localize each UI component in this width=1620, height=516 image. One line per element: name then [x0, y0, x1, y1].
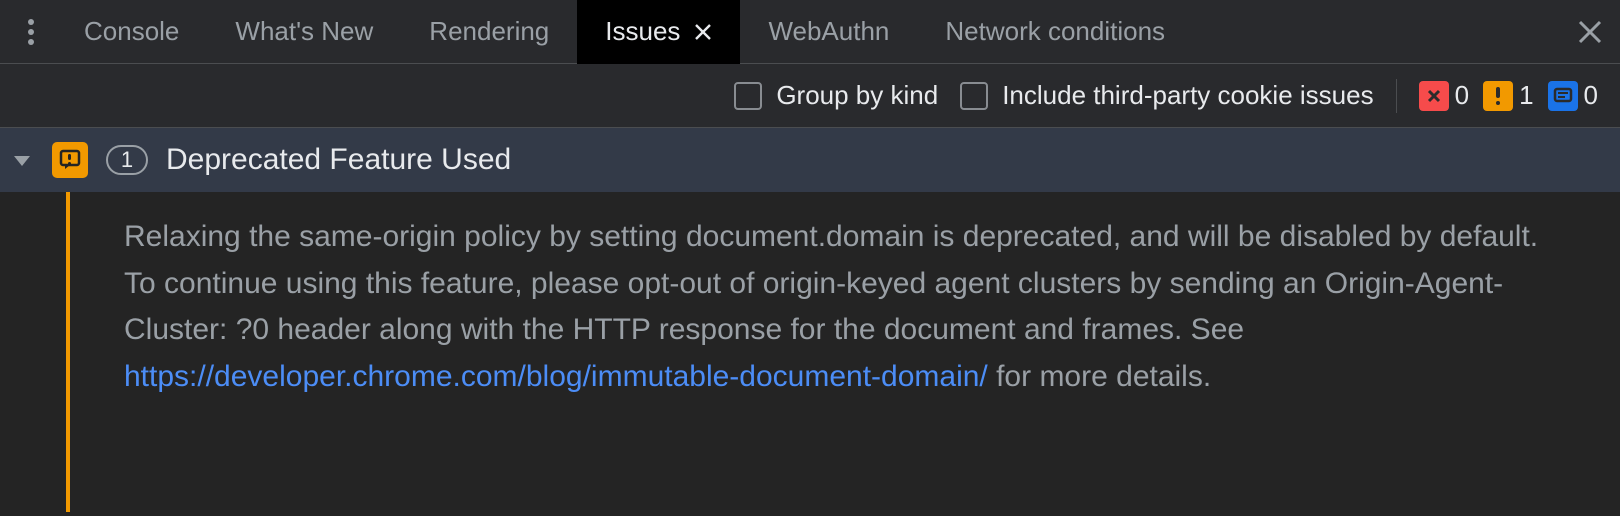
- tab-whats-new[interactable]: What's New: [207, 0, 401, 64]
- tab-label: What's New: [235, 16, 373, 47]
- issues-toolbar: Group by kind Include third-party cookie…: [0, 64, 1620, 128]
- info-count-button[interactable]: 0: [1548, 80, 1598, 111]
- error-count-button[interactable]: 0: [1419, 80, 1469, 111]
- tab-label: Issues: [605, 16, 680, 47]
- close-icon: [1577, 19, 1603, 45]
- tab-label: WebAuthn: [768, 16, 889, 47]
- issue-body-text: Relaxing the same-origin policy by setti…: [124, 220, 1538, 346]
- info-icon: [1548, 81, 1578, 111]
- issue-title: Deprecated Feature Used: [166, 143, 511, 177]
- drawer-tab-bar: Console What's New Rendering Issues WebA…: [0, 0, 1620, 64]
- checkbox-label: Group by kind: [776, 80, 938, 111]
- close-icon: [694, 23, 712, 41]
- tab-console[interactable]: Console: [56, 0, 207, 64]
- tab-label: Console: [84, 16, 179, 47]
- error-icon: [1419, 81, 1449, 111]
- issue-counts: 0 1 0: [1419, 80, 1598, 111]
- issue-body-area: Relaxing the same-origin policy by setti…: [0, 192, 1620, 512]
- close-drawer-button[interactable]: [1560, 0, 1620, 64]
- tab-issues[interactable]: Issues: [577, 0, 740, 64]
- checkbox-box: [734, 82, 762, 110]
- issue-description: Relaxing the same-origin policy by setti…: [70, 192, 1590, 512]
- tab-close-button[interactable]: [694, 23, 712, 41]
- chevron-down-icon: [10, 148, 34, 172]
- warning-icon: [1483, 81, 1513, 111]
- tab-webauthn[interactable]: WebAuthn: [740, 0, 917, 64]
- tab-network-conditions[interactable]: Network conditions: [917, 0, 1193, 64]
- checkbox-label: Include third-party cookie issues: [1002, 80, 1373, 111]
- more-tabs-button[interactable]: [6, 0, 56, 64]
- tab-label: Rendering: [429, 16, 549, 47]
- group-by-kind-checkbox[interactable]: Group by kind: [734, 80, 938, 111]
- issue-body-text-after: for more details.: [988, 360, 1211, 393]
- issue-row-header[interactable]: 1 Deprecated Feature Used: [0, 128, 1620, 192]
- severity-warning-icon: [52, 142, 88, 178]
- issue-count-value: 1: [121, 147, 133, 173]
- checkbox-box: [960, 82, 988, 110]
- disclosure-triangle[interactable]: [10, 148, 34, 172]
- info-count: 0: [1584, 80, 1598, 111]
- tab-label: Network conditions: [945, 16, 1165, 47]
- tab-rendering[interactable]: Rendering: [401, 0, 577, 64]
- warning-count: 1: [1519, 80, 1533, 111]
- include-third-party-checkbox[interactable]: Include third-party cookie issues: [960, 80, 1373, 111]
- issue-count-pill: 1: [106, 145, 148, 175]
- issue-learn-more-link[interactable]: https://developer.chrome.com/blog/immuta…: [124, 360, 988, 393]
- toolbar-divider: [1396, 79, 1397, 113]
- warning-count-button[interactable]: 1: [1483, 80, 1533, 111]
- kebab-icon: [28, 19, 34, 45]
- issue-gutter: [0, 192, 70, 512]
- error-count: 0: [1455, 80, 1469, 111]
